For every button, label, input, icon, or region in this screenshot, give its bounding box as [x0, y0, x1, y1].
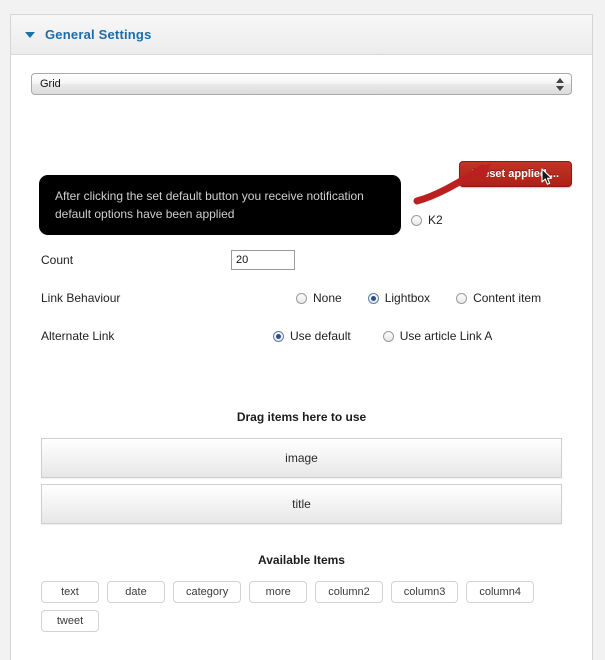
link-behaviour-group: None Lightbox Content item — [296, 291, 541, 305]
radio-use-article-link[interactable]: Use article Link A — [382, 329, 493, 343]
count-label: Count — [41, 253, 74, 267]
settings-form: Count Link Behaviour None Lightbox — [11, 241, 592, 355]
available-items-title: Available Items — [258, 553, 345, 567]
available-items-list: text date category more column2 column3 … — [11, 581, 592, 632]
drag-items-section: Drag items here to use image title — [11, 410, 592, 530]
radio-circle-selected-icon[interactable] — [273, 330, 284, 342]
panel-header[interactable]: General Settings — [11, 15, 592, 55]
source-select-value: Grid — [40, 78, 61, 90]
triangle-down-icon[interactable] — [25, 31, 35, 38]
radio-link-none-label: None — [313, 291, 342, 305]
count-row: Count — [11, 241, 592, 279]
radio-k2[interactable]: K2 — [411, 213, 443, 227]
radio-circle-icon[interactable] — [296, 292, 307, 304]
radio-link-none[interactable]: None — [296, 291, 342, 305]
link-behaviour-label: Link Behaviour — [41, 291, 121, 305]
preset-applied-button[interactable]: Preset applied ... — [458, 161, 572, 187]
panel-body: Grid K2 Preset applied ... After clickin… — [11, 55, 592, 632]
available-item[interactable]: more — [249, 581, 308, 603]
general-settings-panel: General Settings Grid K2 Preset applied … — [10, 14, 593, 660]
source-select-row: Grid — [11, 55, 592, 95]
tooltip-message: After clicking the set default button yo… — [39, 175, 401, 235]
alternate-link-row: Alternate Link Use default Use article L… — [11, 317, 592, 355]
drop-item[interactable]: title — [41, 484, 562, 524]
radio-use-default[interactable]: Use default — [273, 329, 351, 343]
available-item[interactable]: tweet — [41, 610, 99, 632]
radio-circle-selected-icon[interactable] — [367, 292, 379, 304]
alternate-link-label: Alternate Link — [41, 329, 115, 343]
available-item[interactable]: column2 — [315, 581, 383, 603]
radio-link-content-item[interactable]: Content item — [456, 291, 541, 305]
select-stepper-icon[interactable] — [553, 74, 567, 94]
available-item[interactable]: text — [41, 581, 99, 603]
radio-link-content-item-label: Content item — [473, 291, 542, 305]
source-select[interactable]: Grid — [31, 73, 572, 95]
radio-circle-icon[interactable] — [411, 214, 422, 226]
available-item[interactable]: date — [107, 581, 165, 603]
drag-items-title: Drag items here to use — [236, 410, 367, 424]
count-input[interactable] — [231, 250, 295, 270]
available-item[interactable]: category — [173, 581, 242, 603]
radio-circle-icon[interactable] — [456, 292, 468, 304]
radio-link-lightbox[interactable]: Lightbox — [367, 291, 431, 305]
drop-item[interactable]: image — [41, 438, 562, 478]
page-title: General Settings — [45, 27, 152, 42]
available-item[interactable]: column4 — [466, 581, 534, 603]
alternate-link-group: Use default Use article Link A — [273, 329, 492, 343]
radio-k2-label: K2 — [428, 213, 443, 227]
available-item[interactable]: column3 — [390, 581, 459, 603]
radio-use-default-label: Use default — [290, 329, 351, 343]
link-behaviour-row: Link Behaviour None Lightbox Content ite… — [11, 279, 592, 317]
drop-list[interactable]: image title — [11, 438, 592, 524]
radio-circle-icon[interactable] — [382, 330, 394, 342]
radio-link-lightbox-label: Lightbox — [384, 291, 431, 305]
radio-use-article-link-label: Use article Link A — [399, 329, 493, 343]
available-items-section: Available Items text date category more … — [11, 553, 592, 632]
